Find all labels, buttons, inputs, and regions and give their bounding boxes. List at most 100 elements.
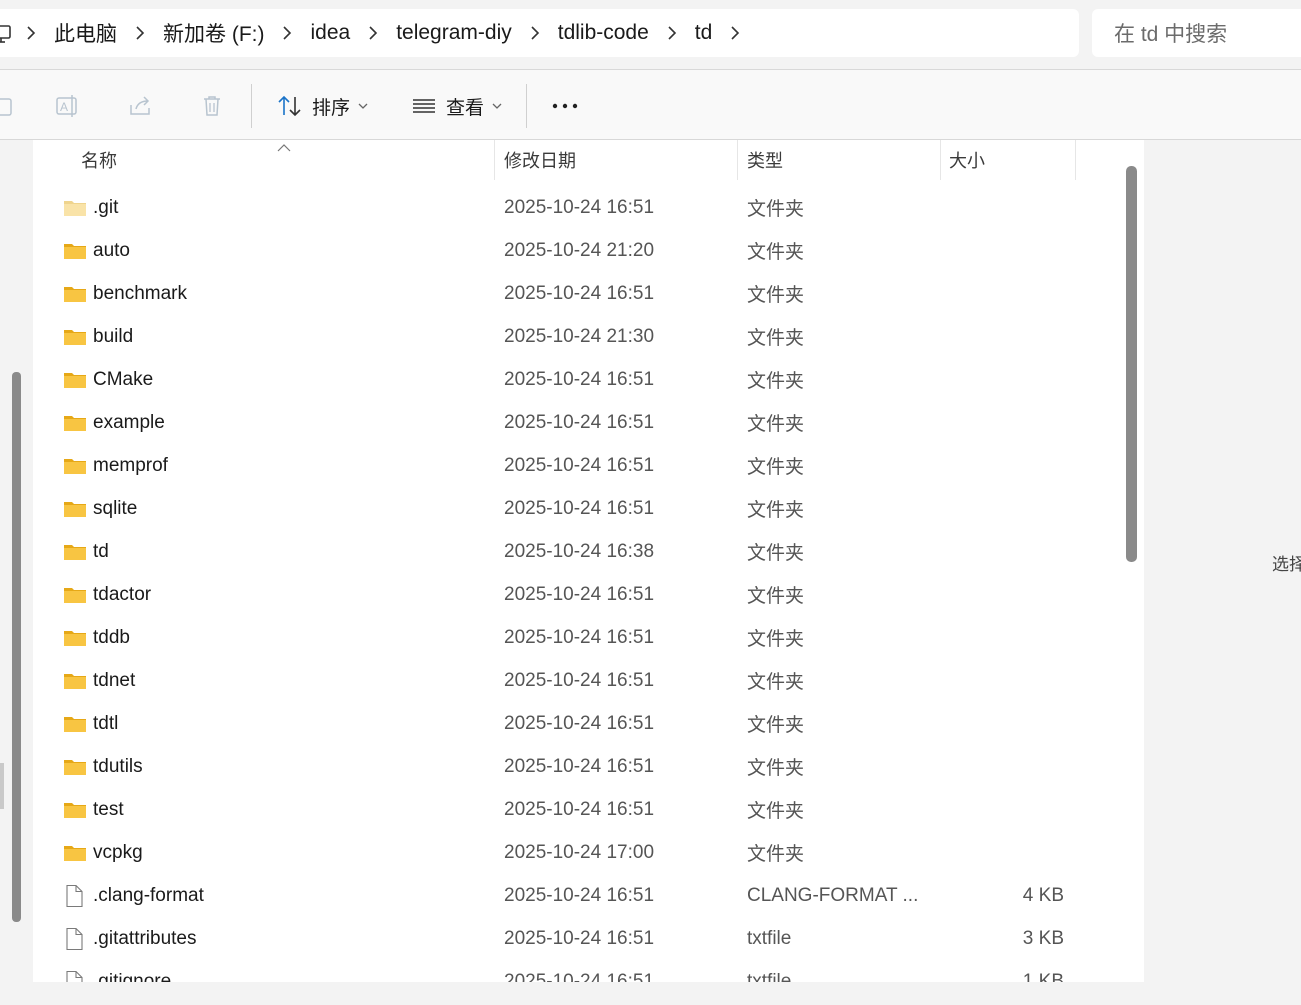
folder-icon [63,282,87,306]
breadcrumb-td[interactable]: td [691,21,717,45]
file-name-cell: memprof [63,444,483,487]
file-type: 文件夹 [747,242,805,263]
navigation-selection-marker [0,763,4,809]
file-row[interactable]: .gitignore 2025-10-24 16:51 txtfile 1 KB [33,960,1123,982]
file-size [943,702,1064,745]
file-name: .git [93,196,119,218]
file-row[interactable]: build 2025-10-24 21:30 文件夹 [33,315,1123,358]
file-name-cell: td [63,530,483,573]
file-name-cell: example [63,401,483,444]
file-row[interactable]: tdactor 2025-10-24 16:51 文件夹 [33,573,1123,616]
breadcrumb-drive[interactable]: 新加卷 (F:) [159,18,268,48]
file-name: tdutils [93,755,143,777]
chevron-down-icon [492,97,502,115]
breadcrumb-tdlib-code[interactable]: tdlib-code [554,21,653,45]
file-row[interactable]: auto 2025-10-24 21:20 文件夹 [33,229,1123,272]
share-button[interactable] [126,88,154,124]
file-date: 2025-10-24 16:51 [504,927,655,949]
file-date: 2025-10-24 16:51 [504,583,655,605]
file-date: 2025-10-24 16:51 [504,798,655,820]
file-row[interactable]: tdutils 2025-10-24 16:51 文件夹 [33,745,1123,788]
file-date: 2025-10-24 16:51 [504,454,655,476]
command-bar: A 排序 查看 [0,69,1301,140]
file-name-cell: tddb [63,616,483,659]
column-separator[interactable] [1075,140,1076,180]
column-header-size[interactable]: 大小 [949,140,985,180]
file-row[interactable]: example 2025-10-24 16:51 文件夹 [33,401,1123,444]
file-row[interactable]: test 2025-10-24 16:51 文件夹 [33,788,1123,831]
this-pc-icon[interactable] [0,23,12,43]
file-size: 1 KB [1022,970,1064,983]
file-row[interactable]: .git 2025-10-24 16:51 文件夹 [33,186,1123,229]
file-size: 4 KB [1022,884,1064,906]
chevron-right-icon[interactable] [354,26,392,40]
navigation-scrollbar[interactable] [12,372,21,922]
file-row[interactable]: tdnet 2025-10-24 16:51 文件夹 [33,659,1123,702]
more-options-button[interactable] [551,88,579,124]
file-size [943,444,1064,487]
column-header-name[interactable]: 名称 [81,140,117,180]
trash-icon [198,92,226,120]
file-size [943,616,1064,659]
file-name-cell: auto [63,229,483,272]
file-row[interactable]: memprof 2025-10-24 16:51 文件夹 [33,444,1123,487]
folder-icon [63,841,87,865]
column-separator[interactable] [737,140,738,180]
file-date: 2025-10-24 21:30 [504,325,655,347]
file-date: 2025-10-24 21:20 [504,239,655,261]
chevron-right-icon[interactable] [653,26,691,40]
file-row[interactable]: .gitattributes 2025-10-24 16:51 txtfile 3 K… [33,917,1123,960]
file-row[interactable]: benchmark 2025-10-24 16:51 文件夹 [33,272,1123,315]
chevron-right-icon[interactable] [12,26,50,40]
copy-button[interactable] [0,88,20,124]
file-row[interactable]: vcpkg 2025-10-24 17:00 文件夹 [33,831,1123,874]
column-name-label: 名称 [81,151,117,171]
file-row[interactable]: tddb 2025-10-24 16:51 文件夹 [33,616,1123,659]
file-size [943,573,1064,616]
file-size [943,401,1064,444]
chevron-right-icon[interactable] [716,26,754,40]
file-date: 2025-10-24 16:38 [504,540,655,562]
file-name: sqlite [93,497,138,519]
file-type: 文件夹 [747,543,805,564]
file-name: vcpkg [93,841,143,863]
file-name: tdtl [93,712,119,734]
file-size [943,186,1064,229]
file-row[interactable]: td 2025-10-24 16:38 文件夹 [33,530,1123,573]
sort-button[interactable]: 排序 [276,88,368,124]
file-name-cell: build [63,315,483,358]
view-button[interactable]: 查看 [410,88,502,124]
file-type: 文件夹 [747,715,805,736]
file-row[interactable]: tdtl 2025-10-24 16:51 文件夹 [33,702,1123,745]
rename-button[interactable]: A [54,88,82,124]
column-header-modified[interactable]: 修改日期 [504,140,576,180]
column-header-type[interactable]: 类型 [747,140,783,180]
breadcrumb-this-pc[interactable]: 此电脑 [50,18,121,48]
file-row[interactable]: .clang-format 2025-10-24 16:51 CLANG-FORMA… [33,874,1123,917]
view-list-icon [410,92,438,120]
chevron-right-icon[interactable] [516,26,554,40]
chevron-right-icon[interactable] [268,26,306,40]
preview-hint: 选择 [1272,555,1301,574]
file-name-cell: tdnet [63,659,483,702]
column-separator[interactable] [494,140,495,180]
file-list-scrollbar[interactable] [1126,166,1137,562]
file-date: 2025-10-24 16:51 [504,970,655,983]
search-input[interactable]: 在 td 中搜索 [1092,9,1301,57]
breadcrumb-telegram-diy[interactable]: telegram-diy [392,21,516,45]
address-bar[interactable]: 此电脑 新加卷 (F:) idea telegram-diy tdlib-cod… [0,9,1079,57]
breadcrumb-idea[interactable]: idea [306,21,354,45]
column-type-label: 类型 [747,151,783,171]
rename-icon: A [54,92,82,120]
file-row[interactable]: CMake 2025-10-24 16:51 文件夹 [33,358,1123,401]
file-date: 2025-10-24 16:51 [504,411,655,433]
status-bar [0,982,1301,1005]
file-name-cell: tdtl [63,702,483,745]
chevron-right-icon[interactable] [121,26,159,40]
file-icon [63,927,87,951]
file-type: txtfile [747,927,792,949]
column-separator[interactable] [940,140,941,180]
file-row[interactable]: sqlite 2025-10-24 16:51 文件夹 [33,487,1123,530]
file-size [943,229,1064,272]
delete-button[interactable] [198,88,226,124]
